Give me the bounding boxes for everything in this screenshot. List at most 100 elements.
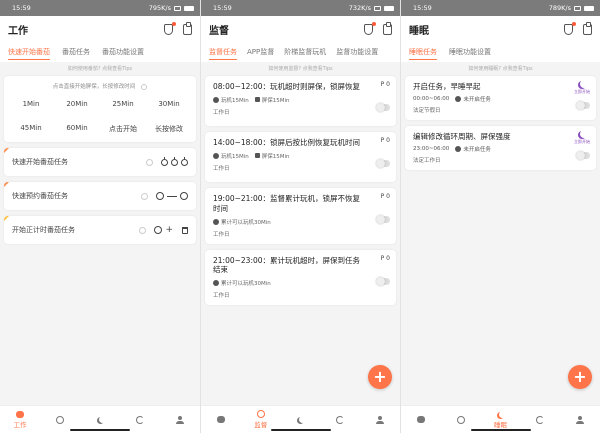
tab-tomato-tasks[interactable]: 番茄任务 <box>62 42 90 62</box>
status-speed: 789K/s <box>548 4 571 12</box>
quick-start-title: 点击直接开始屏保，长按修改时间 <box>8 82 192 90</box>
nav-profile[interactable] <box>565 415 595 424</box>
clock-range <box>156 192 188 200</box>
quick-time-45min[interactable]: 45Min <box>8 124 54 134</box>
clock-icon <box>180 192 188 200</box>
tab-sleep-tasks[interactable]: 睡眠任务 <box>409 42 437 62</box>
tab-step-supervise[interactable]: 阶梯监督玩机 <box>284 42 326 62</box>
home-indicator <box>470 429 531 431</box>
tab-bar: 监督任务 APP监督 阶梯监督玩机 监督功能设置 <box>201 42 400 62</box>
shield-icon[interactable] <box>364 21 376 35</box>
tab-app-supervise[interactable]: APP监督 <box>247 42 274 62</box>
moon-icon <box>99 416 106 423</box>
tab-supervise-tasks[interactable]: 监督任务 <box>209 42 237 62</box>
task-label: 快速预约番茄任务 <box>12 192 68 200</box>
work-icon <box>216 416 225 423</box>
info-icon[interactable] <box>139 226 147 234</box>
quick-long-press-edit[interactable]: 长按修改 <box>146 124 192 134</box>
work-screen: 15:59 795K/s 工作 快速开始番茄 番茄任务 番茄功能设置 如何使用番… <box>0 0 200 433</box>
clipboard-icon[interactable] <box>183 21 192 35</box>
repeat-rule: 工作日 <box>213 165 230 172</box>
moon-icon <box>299 416 306 423</box>
add-icon[interactable]: + <box>165 225 173 235</box>
quick-time-1min[interactable]: 1Min <box>8 100 54 108</box>
sleep-time-range: 00:00~06:00 <box>413 95 450 102</box>
nav-work[interactable]: 工作 <box>5 410 35 429</box>
clock-icon[interactable] <box>154 226 163 234</box>
repeat-rule: 法定工作日 <box>413 157 441 164</box>
info-icon[interactable] <box>141 192 148 200</box>
nav-stats[interactable] <box>125 415 155 424</box>
nav-sleep[interactable]: 睡眠 <box>485 411 515 429</box>
tab-sleep-settings[interactable]: 睡眠功能设置 <box>449 42 491 62</box>
start-now-badge[interactable]: 立即开始 <box>572 80 592 95</box>
info-icon[interactable] <box>146 158 153 166</box>
quick-time-60min[interactable]: 60Min <box>54 124 100 134</box>
task-toggle[interactable] <box>376 276 390 286</box>
start-now-badge[interactable]: 立即开始 <box>572 130 592 145</box>
screensaver-duration: 屏保15Min <box>261 153 290 160</box>
task-quick-start[interactable]: 快速开始番茄任务 <box>4 148 196 176</box>
supervise-card[interactable]: 08:00~12:00：玩机超时则屏保，锁屏恢复 P 0 玩机15Min 屏保1… <box>205 76 396 126</box>
home-indicator <box>270 429 331 431</box>
task-toggle[interactable] <box>376 159 390 168</box>
shield-icon[interactable] <box>164 21 176 35</box>
page-title: 睡眠 <box>409 25 429 37</box>
nav-supervise[interactable] <box>446 415 476 424</box>
p-count: P 0 <box>380 137 390 144</box>
sleep-card[interactable]: 开启任务，早睡早起 00:00~06:00 未开启任务 法定节假日 立即开始 <box>405 76 596 120</box>
task-toggle[interactable] <box>376 103 390 112</box>
clock-icon <box>56 415 64 424</box>
clock-icon <box>256 410 265 418</box>
nav-stats[interactable] <box>525 415 555 424</box>
nav-sleep[interactable] <box>85 416 115 423</box>
task-count-up[interactable]: 开始正计时番茄任务 + <box>4 216 196 244</box>
nav-sleep[interactable] <box>285 416 315 423</box>
add-task-button[interactable]: + <box>368 365 392 389</box>
clipboard-icon[interactable] <box>583 21 592 35</box>
info-icon[interactable] <box>141 83 148 90</box>
task-toggle[interactable] <box>576 150 590 160</box>
sleep-card[interactable]: 编辑修改循环周期、屏保强度 23:00~06:00 未开启任务 法定工作日 立即… <box>405 125 596 170</box>
supervise-card[interactable]: 14:00~18:00：锁屏后按比例恢复玩机时间 P 0 玩机15Min 屏保1… <box>205 132 396 182</box>
nav-work[interactable] <box>406 416 436 423</box>
quick-time-30min[interactable]: 30Min <box>146 100 192 108</box>
tab-tomato-settings[interactable]: 番茄功能设置 <box>102 42 144 62</box>
stats-icon <box>136 415 144 424</box>
apple-icon <box>161 156 168 166</box>
apple-icon <box>181 156 188 166</box>
nav-supervise[interactable]: 监督 <box>246 410 276 429</box>
nav-sleep-label: 睡眠 <box>493 420 507 429</box>
nav-profile[interactable] <box>165 415 195 424</box>
tab-quick-start[interactable]: 快速开始番茄 <box>8 42 50 62</box>
add-task-button[interactable]: + <box>568 365 592 389</box>
clock-icon <box>455 145 462 152</box>
supervise-card[interactable]: 19:00~21:00：监督累计玩机，锁屏不恢复时间 P 0 累计可以玩机30M… <box>205 188 396 244</box>
supervise-card[interactable]: 21:00~23:00：累计玩机超时，屏保到任务结束 P 0 累计可以玩机30M… <box>205 249 396 305</box>
stats-icon <box>336 415 345 424</box>
work-icon <box>16 410 24 418</box>
quick-click-start[interactable]: 点击开始 <box>100 124 146 134</box>
nav-work[interactable] <box>206 416 236 423</box>
status-time: 15:59 <box>12 4 31 12</box>
shield-icon[interactable] <box>564 21 576 35</box>
task-reserve[interactable]: 快速预约番茄任务 <box>4 182 196 210</box>
supervise-card-title: 08:00~12:00：玩机超时则屏保，锁屏恢复 <box>213 82 361 91</box>
quick-time-25min[interactable]: 25Min <box>100 100 146 108</box>
clipboard-icon[interactable] <box>383 21 392 35</box>
status-speed: 732K/s <box>348 4 371 12</box>
task-toggle[interactable] <box>576 101 590 110</box>
task-toggle[interactable] <box>376 215 390 224</box>
tab-supervise-settings[interactable]: 监督功能设置 <box>336 42 378 62</box>
nav-stats[interactable] <box>325 415 355 424</box>
screenshot-stage: 15:59 795K/s 工作 快速开始番茄 番茄任务 番茄功能设置 如何使用番… <box>0 0 600 433</box>
nav-profile[interactable] <box>365 415 395 424</box>
wifi-icon <box>174 5 181 11</box>
tips-hint[interactable]: 如何使用番茄? 点我查看Tips <box>0 62 200 76</box>
quick-time-20min[interactable]: 20Min <box>54 100 100 108</box>
trash-icon[interactable] <box>182 226 188 234</box>
nav-supervise[interactable] <box>45 415 75 424</box>
tips-hint[interactable]: 如何使用监督? 点我查看Tips <box>201 62 400 76</box>
p-count: P 0 <box>380 81 390 88</box>
tips-hint[interactable]: 如何使用睡眠? 点我查看Tips <box>401 62 600 76</box>
